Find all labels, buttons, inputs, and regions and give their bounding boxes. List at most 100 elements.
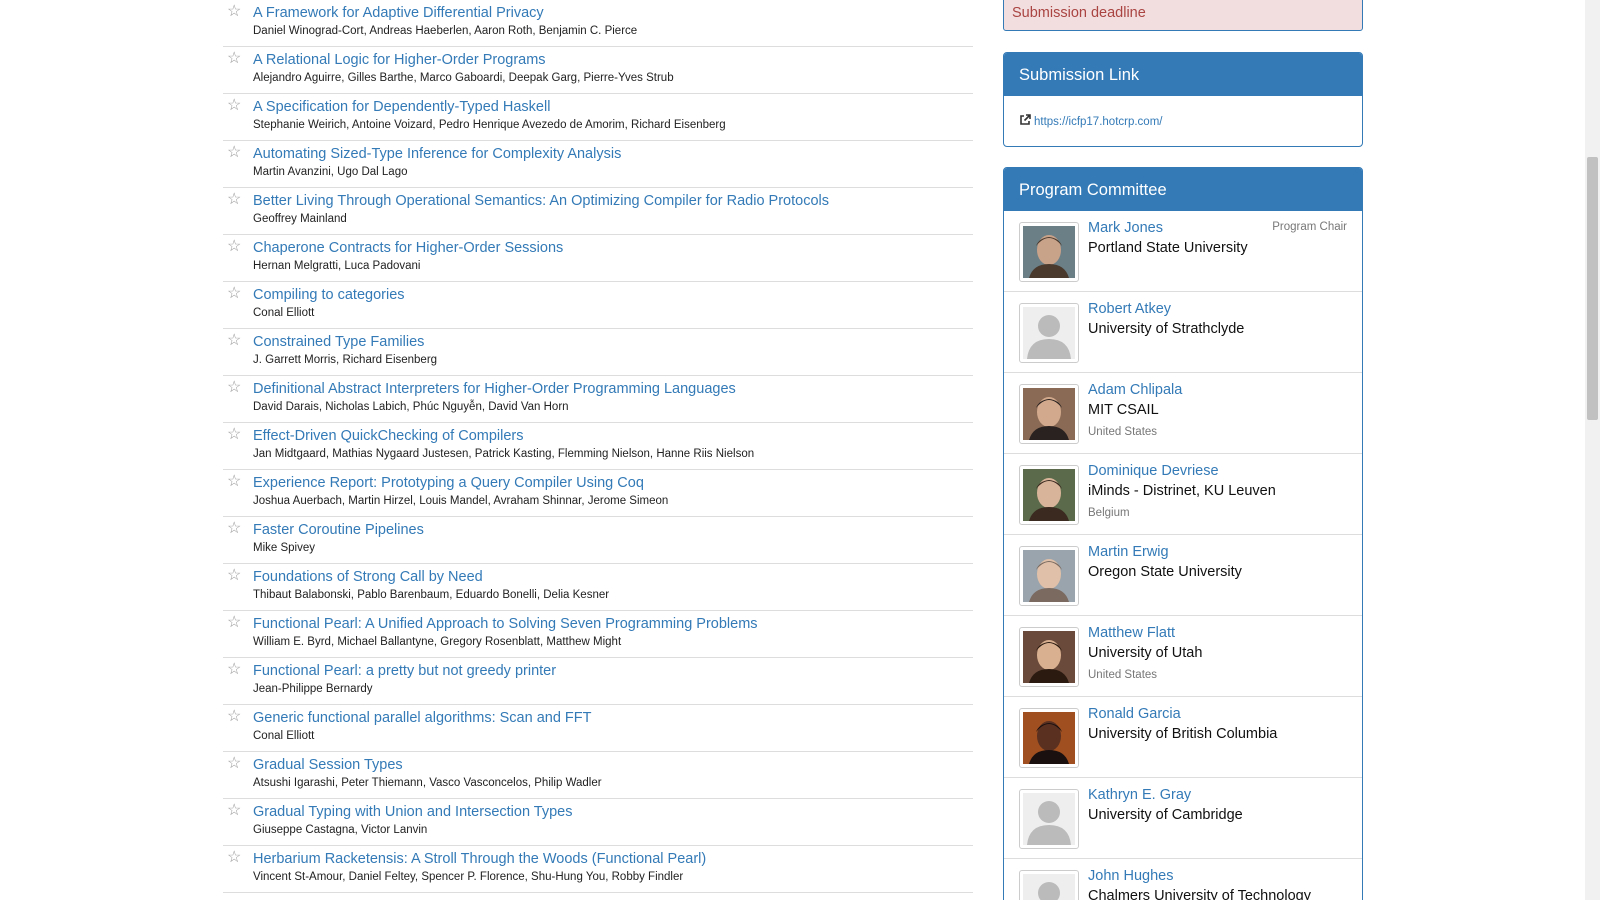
star-icon[interactable]: ☆ — [227, 660, 241, 680]
paper-title-link[interactable]: Foundations of Strong Call by Need — [253, 568, 483, 586]
paper-row: ☆ Faster Coroutine Pipelines Mike Spivey — [223, 517, 973, 564]
member-country: United States — [1088, 426, 1158, 438]
star-icon[interactable]: ☆ — [227, 2, 241, 22]
member-name-link[interactable]: Mark Jones — [1088, 219, 1163, 237]
star-icon[interactable]: ☆ — [227, 613, 241, 633]
member-name-link[interactable]: Dominique Devriese — [1088, 462, 1219, 480]
member-name-link[interactable]: John Hughes — [1088, 867, 1173, 885]
paper-title-link[interactable]: Effect-Driven QuickChecking of Compilers — [253, 427, 524, 445]
avatar — [1019, 465, 1079, 525]
paper-title-link[interactable]: Functional Pearl: A Unified Approach to … — [253, 615, 758, 633]
page-scrollbar[interactable] — [1585, 0, 1600, 900]
paper-authors: Stephanie Weirich, Antoine Voizard, Pedr… — [253, 119, 726, 131]
avatar — [1019, 222, 1079, 282]
member-affiliation: University of British Columbia — [1088, 726, 1278, 742]
paper-authors: Vincent St-Amour, Daniel Feltey, Spencer… — [253, 871, 684, 883]
member-name-link[interactable]: Adam Chlipala — [1088, 381, 1182, 399]
avatar — [1019, 546, 1079, 606]
paper-row: ☆ A Specification for Dependently-Typed H… — [223, 94, 973, 141]
program-committee-list: Mark Jones Portland State University Progr… — [1004, 211, 1362, 900]
paper-row: ☆ A Framework for Adaptive Differential P… — [223, 0, 973, 47]
paper-authors: Hernan Melgratti, Luca Padovani — [253, 260, 421, 272]
star-icon[interactable]: ☆ — [227, 707, 241, 727]
star-icon[interactable]: ☆ — [227, 143, 241, 163]
member-affiliation: University of Strathclyde — [1088, 321, 1245, 337]
committee-member: Ronald Garcia University of British Colum… — [1004, 697, 1362, 778]
star-icon[interactable]: ☆ — [227, 848, 241, 868]
avatar — [1019, 303, 1079, 363]
paper-authors: Giuseppe Castagna, Victor Lanvin — [253, 824, 428, 836]
paper-title-link[interactable]: Generic functional parallel algorithms: … — [253, 709, 592, 727]
star-icon[interactable]: ☆ — [227, 331, 241, 351]
paper-authors: Jean-Philippe Bernardy — [253, 683, 373, 695]
paper-authors: William E. Byrd, Michael Ballantyne, Gre… — [253, 636, 622, 648]
star-icon[interactable]: ☆ — [227, 754, 241, 774]
paper-authors: Martin Avanzini, Ugo Dal Lago — [253, 166, 408, 178]
avatar — [1019, 384, 1079, 444]
paper-title-link[interactable]: Gradual Session Types — [253, 756, 403, 774]
paper-authors: Conal Elliott — [253, 307, 315, 319]
program-committee-heading: Program Committee — [1004, 168, 1362, 211]
member-name-link[interactable]: Martin Erwig — [1088, 543, 1169, 561]
member-affiliation: Oregon State University — [1088, 564, 1242, 580]
program-committee-panel: Program Committee Mark Jones Portland Sta… — [1003, 167, 1363, 900]
paper-authors: David Darais, Nicholas Labich, Phúc Nguy… — [253, 401, 569, 413]
member-name-link[interactable]: Kathryn E. Gray — [1088, 786, 1191, 804]
scrollbar-thumb[interactable] — [1587, 157, 1598, 420]
paper-title-link[interactable]: Definitional Abstract Interpreters for H… — [253, 380, 736, 398]
paper-row: ☆ Better Living Through Operational Seman… — [223, 188, 973, 235]
committee-member: Matthew Flatt University of Utah United St… — [1004, 616, 1362, 697]
star-icon[interactable]: ☆ — [227, 284, 241, 304]
paper-title-link[interactable]: Better Living Through Operational Semant… — [253, 192, 829, 210]
paper-row: ☆ Functional Pearl: A Unified Approach to… — [223, 611, 973, 658]
star-icon[interactable]: ☆ — [227, 237, 241, 257]
paper-title-link[interactable]: A Framework for Adaptive Differential Pr… — [253, 4, 544, 22]
paper-authors: Geoffrey Mainland — [253, 213, 347, 225]
star-icon[interactable]: ☆ — [227, 49, 241, 69]
submission-link-url[interactable]: https://icfp17.hotcrp.com/ — [1034, 116, 1162, 128]
avatar — [1019, 627, 1079, 687]
member-name-link[interactable]: Matthew Flatt — [1088, 624, 1175, 642]
paper-title-link[interactable]: Functional Pearl: a pretty but not greed… — [253, 662, 556, 680]
member-name-link[interactable]: Ronald Garcia — [1088, 705, 1181, 723]
committee-member: Martin Erwig Oregon State University — [1004, 535, 1362, 616]
star-icon[interactable]: ☆ — [227, 801, 241, 821]
paper-title-link[interactable]: Herbarium Racketensis: A Stroll Through … — [253, 850, 706, 868]
paper-row: ☆ Automating Sized-Type Inference for Com… — [223, 141, 973, 188]
paper-title-link[interactable]: A Relational Logic for Higher-Order Prog… — [253, 51, 546, 69]
paper-title-link[interactable]: A Specification for Dependently-Typed Ha… — [253, 98, 550, 116]
paper-authors: Conal Elliott — [253, 730, 315, 742]
star-icon[interactable]: ☆ — [227, 566, 241, 586]
avatar — [1019, 708, 1079, 768]
member-affiliation: MIT CSAIL — [1088, 402, 1159, 418]
paper-title-link[interactable]: Experience Report: Prototyping a Query C… — [253, 474, 644, 492]
star-icon[interactable]: ☆ — [227, 472, 241, 492]
star-icon[interactable]: ☆ — [227, 378, 241, 398]
paper-title-link[interactable]: Faster Coroutine Pipelines — [253, 521, 424, 539]
member-affiliation: Chalmers University of Technology — [1088, 888, 1311, 900]
submission-deadline-box: Submission deadline — [1003, 0, 1363, 31]
star-icon[interactable]: ☆ — [227, 190, 241, 210]
avatar — [1019, 789, 1079, 849]
member-affiliation: University of Cambridge — [1088, 807, 1243, 823]
star-icon[interactable]: ☆ — [227, 425, 241, 445]
submission-link-body: https://icfp17.hotcrp.com/ — [1004, 96, 1362, 128]
member-role: Program Chair — [1272, 221, 1347, 233]
paper-authors: Mike Spivey — [253, 542, 315, 554]
paper-title-link[interactable]: Compiling to categories — [253, 286, 405, 304]
paper-title-link[interactable]: Chaperone Contracts for Higher-Order Ses… — [253, 239, 563, 257]
paper-row: ☆ Herbarium Racketensis: A Stroll Through… — [223, 846, 973, 893]
paper-title-link[interactable]: Gradual Typing with Union and Intersecti… — [253, 803, 572, 821]
committee-member: Dominique Devriese iMinds - Distrinet, KU… — [1004, 454, 1362, 535]
paper-title-link[interactable]: Automating Sized-Type Inference for Comp… — [253, 145, 621, 163]
submission-link-heading: Submission Link — [1004, 53, 1362, 96]
submission-deadline-label: Submission deadline — [1012, 5, 1146, 21]
paper-row: ☆ Gradual Typing with Union and Intersect… — [223, 799, 973, 846]
paper-title-link[interactable]: Constrained Type Families — [253, 333, 424, 351]
star-icon[interactable]: ☆ — [227, 96, 241, 116]
star-icon[interactable]: ☆ — [227, 519, 241, 539]
member-name-link[interactable]: Robert Atkey — [1088, 300, 1171, 318]
paper-row: ☆ Compiling to categories Conal Elliott — [223, 282, 973, 329]
paper-row: ☆ Foundations of Strong Call by Need Thiba… — [223, 564, 973, 611]
member-country: United States — [1088, 669, 1158, 681]
